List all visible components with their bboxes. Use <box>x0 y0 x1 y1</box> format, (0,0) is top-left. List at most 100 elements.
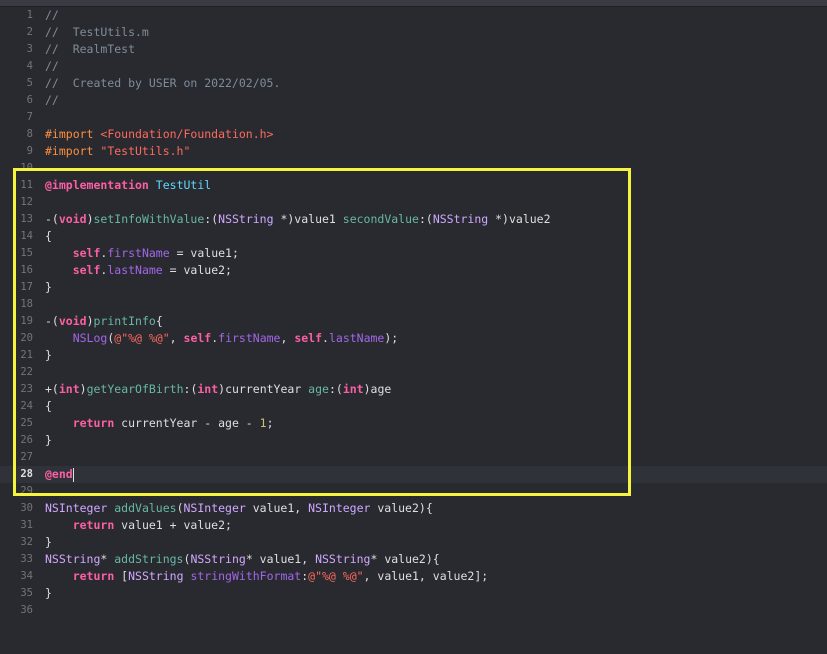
code-line[interactable]: 3 // RealmTest <box>0 41 827 58</box>
line-number: 30 <box>20 502 33 514</box>
line-code[interactable]: { <box>45 228 52 245</box>
code-token: stringWithFormat <box>190 569 302 583</box>
line-code[interactable]: return currentYear - age - 1; <box>45 415 274 432</box>
line-code[interactable]: #import <Foundation/Foundation.h> <box>45 126 273 143</box>
code-line[interactable]: 26} <box>0 432 827 449</box>
code-token: <Foundation/Foundation.h> <box>100 127 274 141</box>
line-number: 20 <box>20 332 33 344</box>
code-line[interactable]: 22 <box>0 364 827 381</box>
code-line[interactable]: 2 // TestUtils.m <box>0 24 827 41</box>
code-line[interactable]: 19 -(void)printInfo{ <box>0 313 827 330</box>
code-line[interactable]: 17} <box>0 279 827 296</box>
line-code[interactable]: return [NSString stringWithFormat:@"%@ %… <box>45 568 488 585</box>
code-token: , <box>280 331 295 345</box>
code-line[interactable]: 12 <box>0 194 827 211</box>
code-token: value2){ <box>370 501 433 515</box>
code-token: , value1, value2]; <box>363 569 489 583</box>
code-line[interactable]: 18 <box>0 296 827 313</box>
line-code[interactable]: // <box>45 7 59 24</box>
line-number: 29 <box>20 485 33 497</box>
line-code[interactable]: } <box>45 279 52 296</box>
code-line[interactable]: 9 #import "TestUtils.h" <box>0 143 827 160</box>
code-line[interactable]: 8 #import <Foundation/Foundation.h> <box>0 126 827 143</box>
line-code[interactable]: self.lastName = value2; <box>45 262 232 279</box>
code-line[interactable]: 25 return currentYear - age - 1; <box>0 415 827 432</box>
line-code[interactable]: return value1 + value2; <box>45 517 232 534</box>
code-token: int <box>197 382 219 396</box>
code-token: return <box>72 416 115 430</box>
line-code[interactable]: // RealmTest <box>45 41 135 58</box>
code-token: -( <box>45 212 59 226</box>
line-code[interactable]: @end <box>45 466 74 483</box>
code-line[interactable]: 24 { <box>0 398 827 415</box>
code-editor[interactable]: 1 // 2 // TestUtils.m 3 // RealmTest 4 // 5 // Cr… <box>0 0 827 654</box>
code-line[interactable]: 11 @implementation TestUtil <box>0 177 827 194</box>
line-number: 31 <box>20 519 33 531</box>
line-code[interactable]: { <box>45 398 52 415</box>
code-token: = value1; <box>169 246 239 260</box>
code-token: NSInteger <box>45 501 108 515</box>
code-line[interactable]: 36 <box>0 602 827 619</box>
line-number: 13 <box>20 213 33 225</box>
line-code[interactable]: self.firstName = value1; <box>45 245 239 262</box>
line-number: 36 <box>20 604 33 616</box>
code-line[interactable]: 21} <box>0 347 827 364</box>
line-code[interactable]: // Created by USER on 2022/02/05. <box>45 75 280 92</box>
code-line[interactable]: 28 @end <box>0 466 827 483</box>
line-number: 17 <box>20 281 33 293</box>
line-code[interactable]: NSInteger addValues(NSInteger value1, NS… <box>45 500 433 517</box>
line-code[interactable]: -(void)printInfo{ <box>45 313 163 330</box>
code-token: +( <box>45 382 59 396</box>
code-line[interactable]: 14 { <box>0 228 827 245</box>
code-line[interactable]: 29 <box>0 483 827 500</box>
line-number: 3 <box>26 43 33 55</box>
line-number: 22 <box>20 366 33 378</box>
code-line[interactable]: 4 // <box>0 58 827 75</box>
code-line[interactable]: 20 NSLog(@"%@ %@", self.firstName, self.… <box>0 330 827 347</box>
line-code[interactable]: -(void)setInfoWithValue:(NSString *)valu… <box>45 211 551 228</box>
code-token: "TestUtils.h" <box>100 144 191 158</box>
line-code[interactable]: } <box>45 432 52 449</box>
code-token: age <box>308 382 329 396</box>
code-token: @end <box>45 467 73 481</box>
code-line[interactable]: 5 // Created by USER on 2022/02/05. <box>0 75 827 92</box>
line-code[interactable]: // <box>45 92 59 109</box>
code-line[interactable]: 30 NSInteger addValues(NSInteger value1, … <box>0 500 827 517</box>
code-line[interactable]: 16 self.lastName = value2; <box>0 262 827 279</box>
code-line[interactable]: 10 <box>0 160 827 177</box>
code-token: @"%@ %@" <box>308 569 364 583</box>
line-number: 32 <box>20 536 33 548</box>
line-code[interactable]: #import "TestUtils.h" <box>45 143 190 160</box>
code-line[interactable]: 1 // <box>0 7 827 24</box>
line-code[interactable]: } <box>45 534 52 551</box>
line-code[interactable]: NSLog(@"%@ %@", self.firstName, self.las… <box>45 330 399 347</box>
code-line[interactable]: 13 -(void)setInfoWithValue:(NSString *)va… <box>0 211 827 228</box>
code-line[interactable]: 23 +(int)getYearOfBirth:(int)currentYear … <box>0 381 827 398</box>
code-token: ) <box>86 212 94 226</box>
code-token: void <box>58 212 87 226</box>
code-line[interactable]: 35} <box>0 585 827 602</box>
code-line[interactable]: 32} <box>0 534 827 551</box>
line-code[interactable]: +(int)getYearOfBirth:(int)currentYear ag… <box>45 381 391 398</box>
line-code[interactable]: @implementation TestUtil <box>45 177 211 194</box>
code-line[interactable]: 15 self.firstName = value1; <box>0 245 827 262</box>
code-token: NSString <box>190 552 246 566</box>
line-code[interactable]: // TestUtils.m <box>45 24 149 41</box>
code-lines[interactable]: 1 // 2 // TestUtils.m 3 // RealmTest 4 // 5 // Cr… <box>0 7 827 619</box>
line-code[interactable]: } <box>45 347 52 364</box>
code-line[interactable]: 33 NSString* addStrings(NSString* value1,… <box>0 551 827 568</box>
code-line[interactable]: 34 return [NSString stringWithFormat:@"%… <box>0 568 827 585</box>
code-token: int <box>58 382 80 396</box>
code-line[interactable]: 7 <box>0 109 827 126</box>
code-line[interactable]: 27 <box>0 449 827 466</box>
code-token: ( <box>176 501 184 515</box>
code-token: ) <box>86 314 94 328</box>
line-code[interactable]: } <box>45 585 52 602</box>
line-code[interactable]: NSString* addStrings(NSString* value1, N… <box>45 551 440 568</box>
line-code[interactable]: // <box>45 58 59 75</box>
code-token: return <box>72 569 115 583</box>
code-line[interactable]: 6 // <box>0 92 827 109</box>
code-line[interactable]: 31 return value1 + value2; <box>0 517 827 534</box>
code-token: :( <box>183 382 198 396</box>
line-number: 4 <box>26 60 33 72</box>
